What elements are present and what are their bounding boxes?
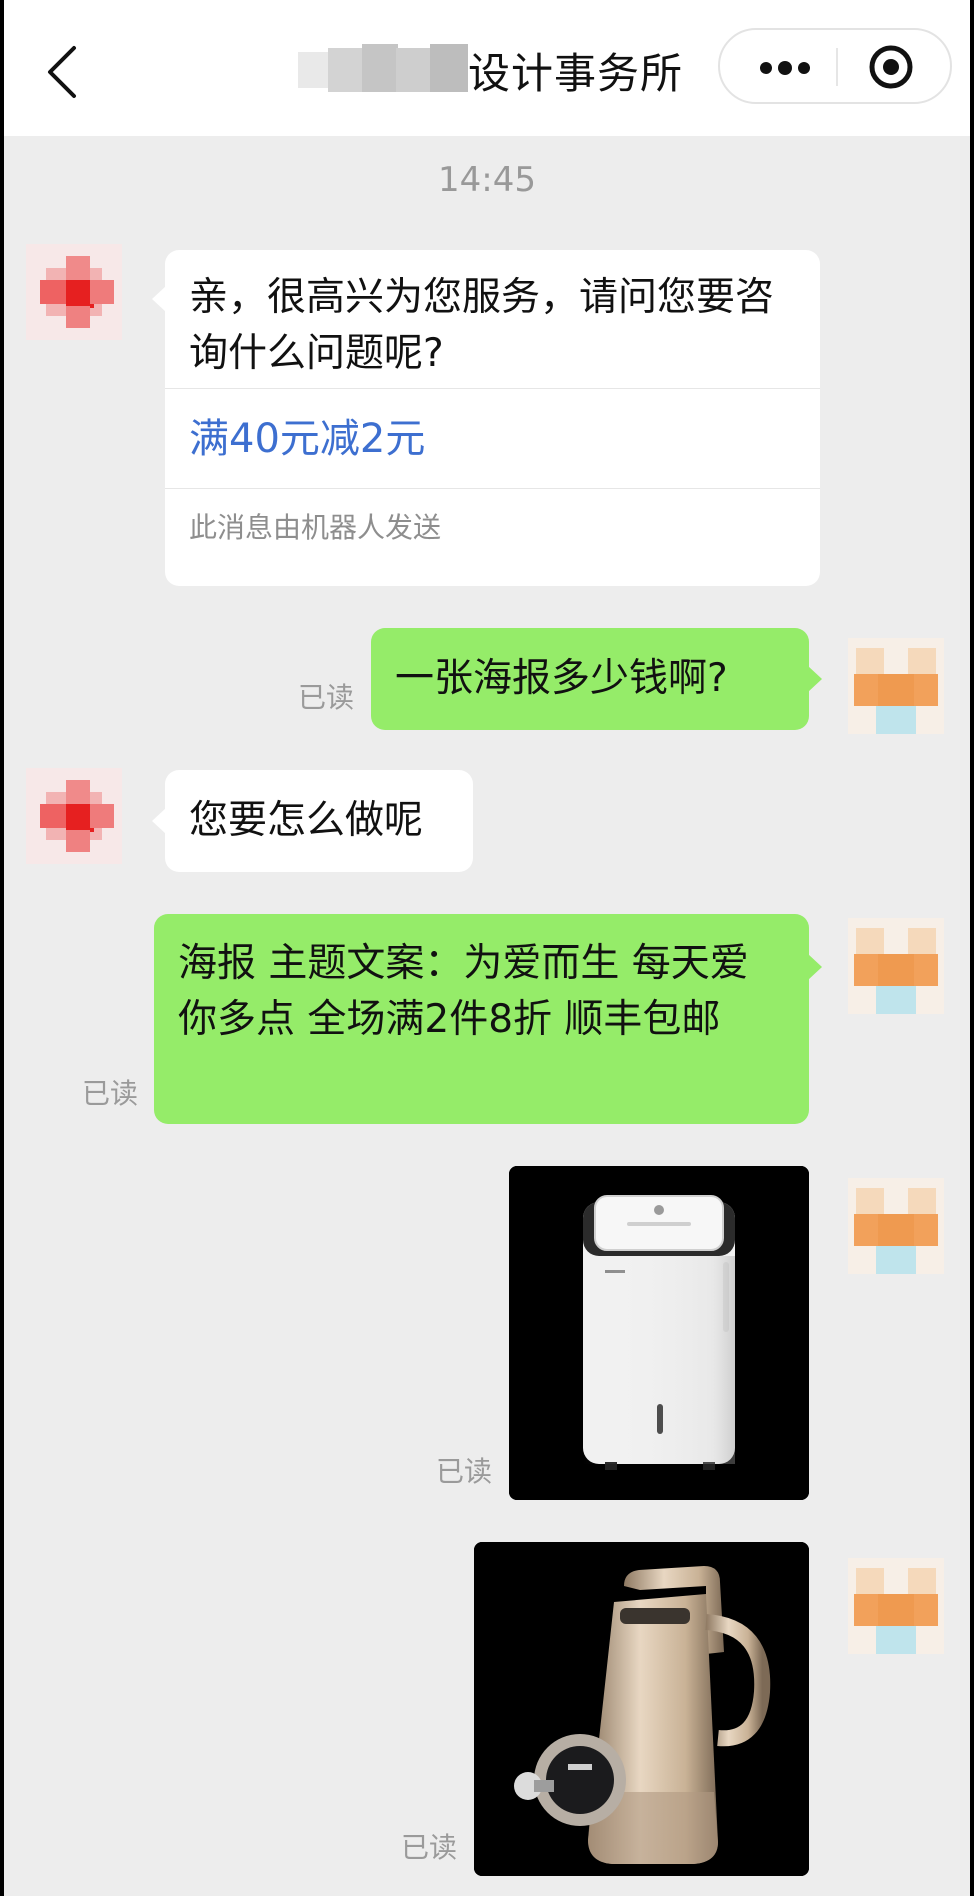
screen-frame [0, 0, 974, 1896]
